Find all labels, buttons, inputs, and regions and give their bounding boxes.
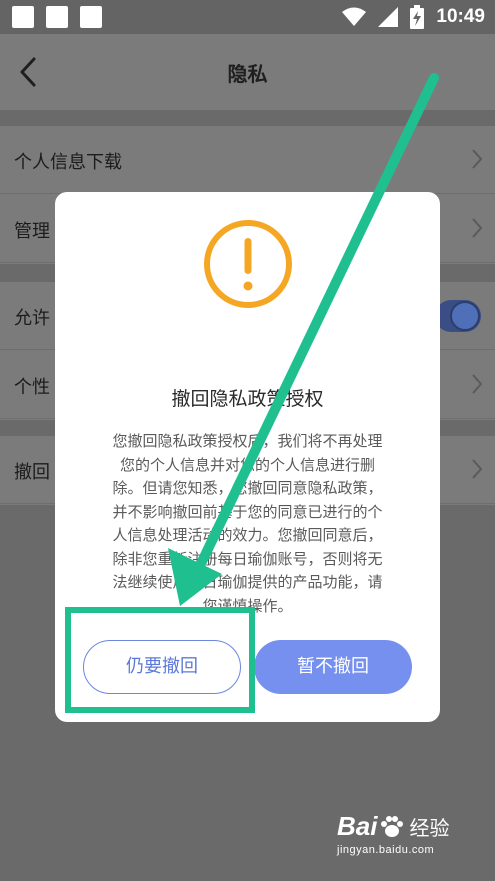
chevron-right-icon [472, 218, 483, 238]
baidu-jingyan-watermark: Bai 经验 jingyan.baidu.com [337, 811, 477, 871]
notification-square-icon [12, 6, 34, 28]
list-item-download-info[interactable]: 个人信息下载 [0, 126, 495, 194]
list-item-label: 撤回 [14, 462, 50, 483]
list-item-label: 个性 [14, 377, 50, 398]
notification-square-icon [46, 6, 68, 28]
dialog-message-line: 法继续使用每日瑜伽提供的产品功能，请 [112, 573, 383, 591]
dialog-message-line: 除非您重新注册每日瑜伽账号，否则将无 [112, 549, 383, 568]
cancel-revoke-button[interactable]: 暂不撤回 [254, 640, 412, 694]
dialog-title: 撤回隐私政策授权 [171, 388, 324, 410]
list-item-label: 允许 [14, 308, 50, 329]
watermark-brand2: 经验 [409, 816, 450, 840]
paw-icon [381, 815, 404, 837]
revoke-privacy-dialog: 撤回隐私政策授权 您撤回隐私政策授权后，我们将不再处理 您的个人信息并对您的个人… [55, 192, 440, 722]
watermark-url: jingyan.baidu.com [337, 844, 435, 856]
dialog-message-line: 您撤回隐私政策授权后，我们将不再处理 [112, 432, 383, 450]
dialog-message-line: 您谨慎操作。 [202, 596, 293, 615]
page-title: 隐私 [227, 62, 268, 86]
chevron-right-icon [472, 459, 483, 479]
app-header: 隐私 [0, 34, 495, 110]
confirm-revoke-button[interactable]: 仍要撤回 [83, 640, 241, 694]
wifi-icon [342, 7, 367, 26]
dialog-message-line: 并不影响撤回前基于您的同意已进行的个 [112, 502, 383, 521]
warning-icon [204, 220, 292, 308]
list-item-label: 管理 [14, 221, 50, 242]
status-bar: 10:49 [0, 0, 495, 34]
dialog-message-line: 您的个人信息并对您的个人信息进行删 [119, 455, 375, 474]
battery-charging-icon [410, 5, 425, 29]
dialog-message-line: 人信息处理活动的效力。您撤回同意后， [112, 526, 383, 544]
dialog-message-line: 除。但请您知悉，您撤回同意隐私政策， [112, 479, 383, 497]
dialog-message: 您撤回隐私政策授权后，我们将不再处理 您的个人信息并对您的个人信息进行删 除。但… [85, 430, 410, 618]
chevron-right-icon [472, 149, 483, 169]
allow-toggle[interactable] [435, 300, 481, 332]
clock: 10:49 [436, 6, 485, 27]
toggle-knob [450, 301, 480, 331]
list-item-label: 个人信息下载 [14, 152, 122, 173]
notification-square-icon [80, 6, 102, 28]
signal-icon [378, 7, 399, 27]
chevron-right-icon [472, 374, 483, 394]
watermark-brand: Bai [337, 811, 378, 841]
